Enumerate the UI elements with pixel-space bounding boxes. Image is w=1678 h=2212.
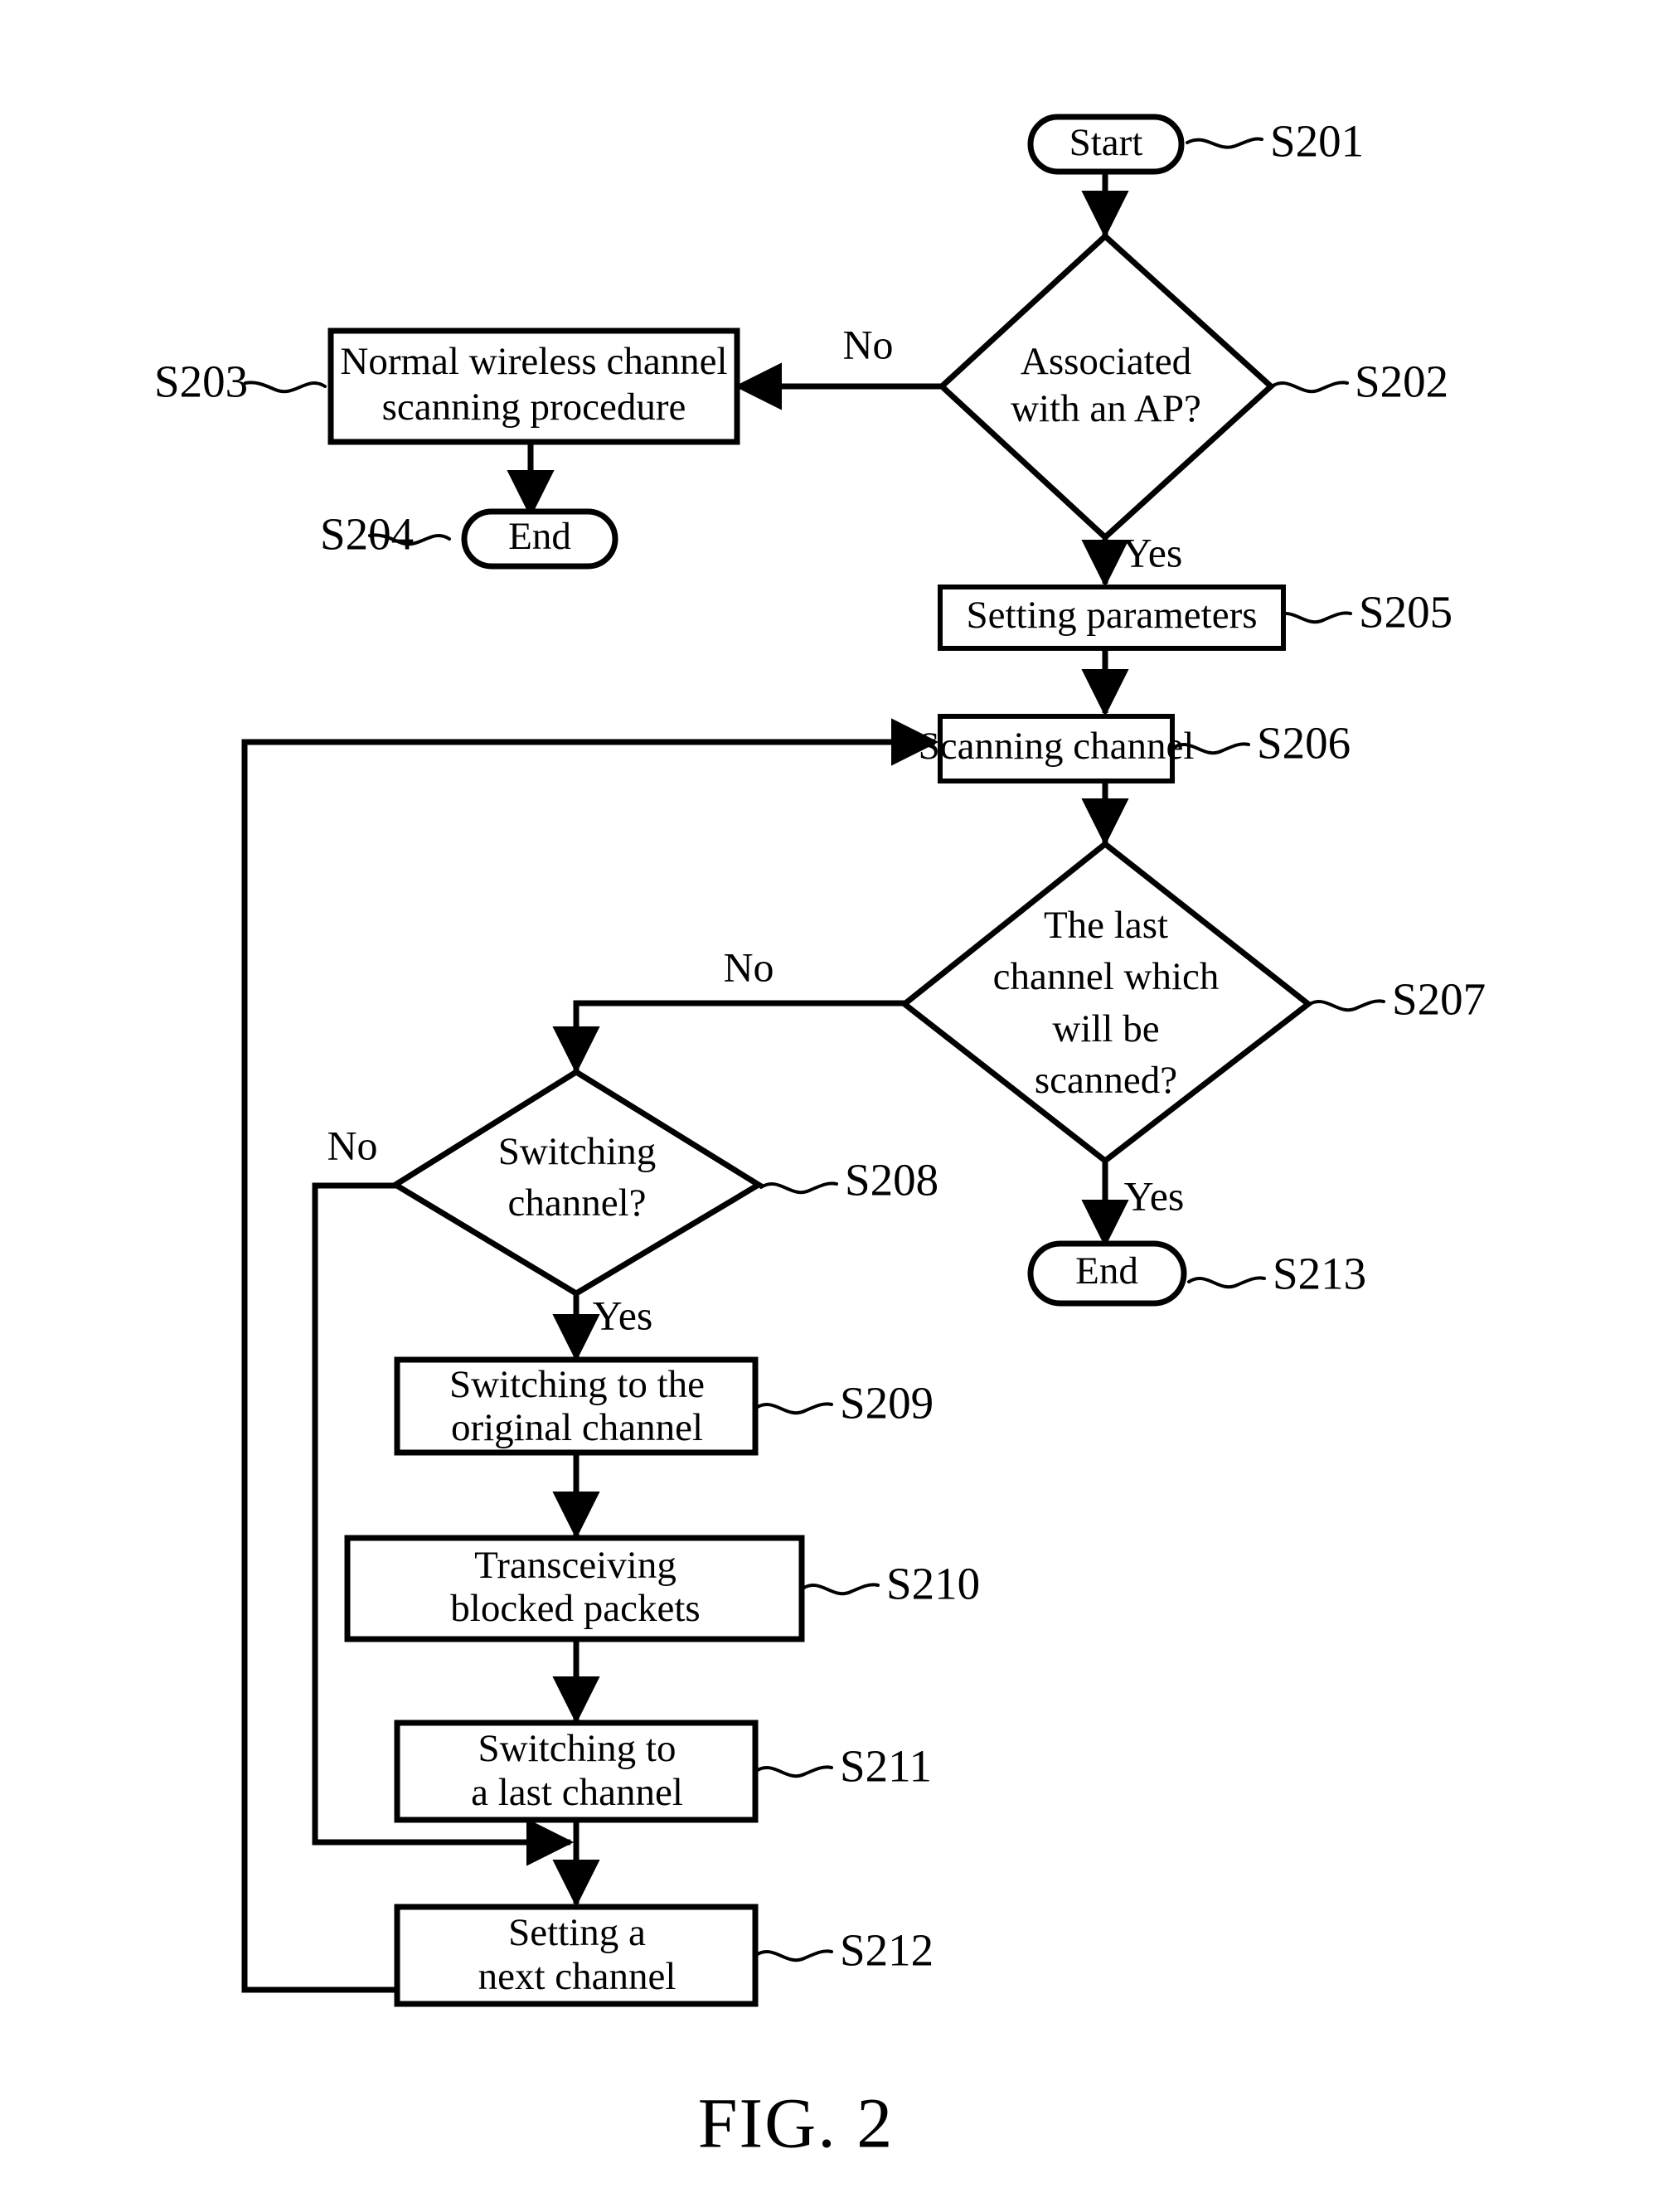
leader-s210 [801, 1583, 880, 1596]
leader-s209 [754, 1402, 833, 1415]
node-s208-label-line1: Switching [498, 1130, 657, 1173]
figure-caption: FIG. 2 [698, 2083, 895, 2163]
ref-s205: S205 [1359, 587, 1452, 638]
node-s205-label: Setting parameters [966, 594, 1257, 637]
leader-s207 [1307, 999, 1385, 1012]
flowchart-diagram: Start S201 Associated with an AP? S202 N… [154, 114, 1486, 2163]
edge-label-s208-no: No [327, 1122, 377, 1168]
node-s203-label-line1: Normal wireless channel [340, 340, 727, 383]
leader-s212 [754, 1949, 833, 1962]
ref-s212: S212 [840, 1925, 934, 1976]
node-s209-label-line1: Switching to the [449, 1363, 705, 1406]
node-s212-label-line1: Setting a [508, 1911, 646, 1954]
connector-s207-no-to-s208 [552, 1000, 905, 1074]
node-s212-label-line2: next channel [478, 1955, 677, 1998]
node-s202-label-line2: with an AP? [1011, 387, 1201, 430]
ref-s203: S203 [154, 357, 248, 407]
node-s207-label-line4: scanned? [1035, 1059, 1177, 1102]
node-s207-label-line2: channel which [993, 955, 1220, 998]
edge-label-s207-yes: Yes [1124, 1172, 1185, 1219]
node-s213-label: End [1075, 1249, 1138, 1293]
leader-s203 [244, 381, 327, 394]
edge-label-s202-no: No [842, 321, 893, 367]
node-s210-label-line2: blocked packets [450, 1587, 700, 1630]
ref-s206: S206 [1257, 718, 1351, 769]
node-s207-label-line3: will be [1052, 1007, 1159, 1050]
node-s208-label-line2: channel? [507, 1181, 646, 1225]
ref-s210: S210 [886, 1559, 980, 1609]
leader-s205 [1273, 611, 1352, 624]
ref-s201: S201 [1270, 116, 1364, 167]
node-s201-label: Start [1069, 121, 1143, 164]
node-s209-label-line2: original channel [451, 1406, 703, 1449]
node-s202-label-line1: Associated [1021, 340, 1191, 383]
edge-label-s207-no: No [723, 943, 774, 990]
leader-s202 [1270, 381, 1349, 394]
node-s210-label-line1: Transceiving [474, 1544, 677, 1587]
ref-s204: S204 [320, 509, 414, 560]
node-s204-label: End [508, 515, 571, 558]
ref-s208: S208 [845, 1155, 938, 1205]
ref-s209: S209 [840, 1378, 934, 1429]
edge-label-s208-yes: Yes [593, 1292, 653, 1338]
node-s211-label-line1: Switching to [478, 1727, 677, 1770]
ref-s213: S213 [1273, 1249, 1366, 1299]
leader-s213 [1187, 1276, 1266, 1289]
node-s207-decision-shape [900, 840, 1313, 1165]
ref-s211: S211 [840, 1741, 932, 1792]
leader-s208 [759, 1181, 838, 1195]
ref-s207: S207 [1392, 974, 1486, 1025]
node-s203-label-line2: scanning procedure [382, 386, 686, 429]
figure-container: Start S201 Associated with an AP? S202 N… [0, 0, 1678, 2212]
leader-s211 [754, 1765, 833, 1778]
edge-label-s202-yes: Yes [1123, 529, 1183, 575]
leader-s201 [1186, 137, 1263, 149]
ref-s202: S202 [1355, 357, 1448, 407]
node-s206-label: Scanning channel [919, 725, 1195, 768]
node-s207-label-line1: The last [1044, 904, 1168, 947]
node-s211-label-line2: a last channel [471, 1771, 683, 1814]
